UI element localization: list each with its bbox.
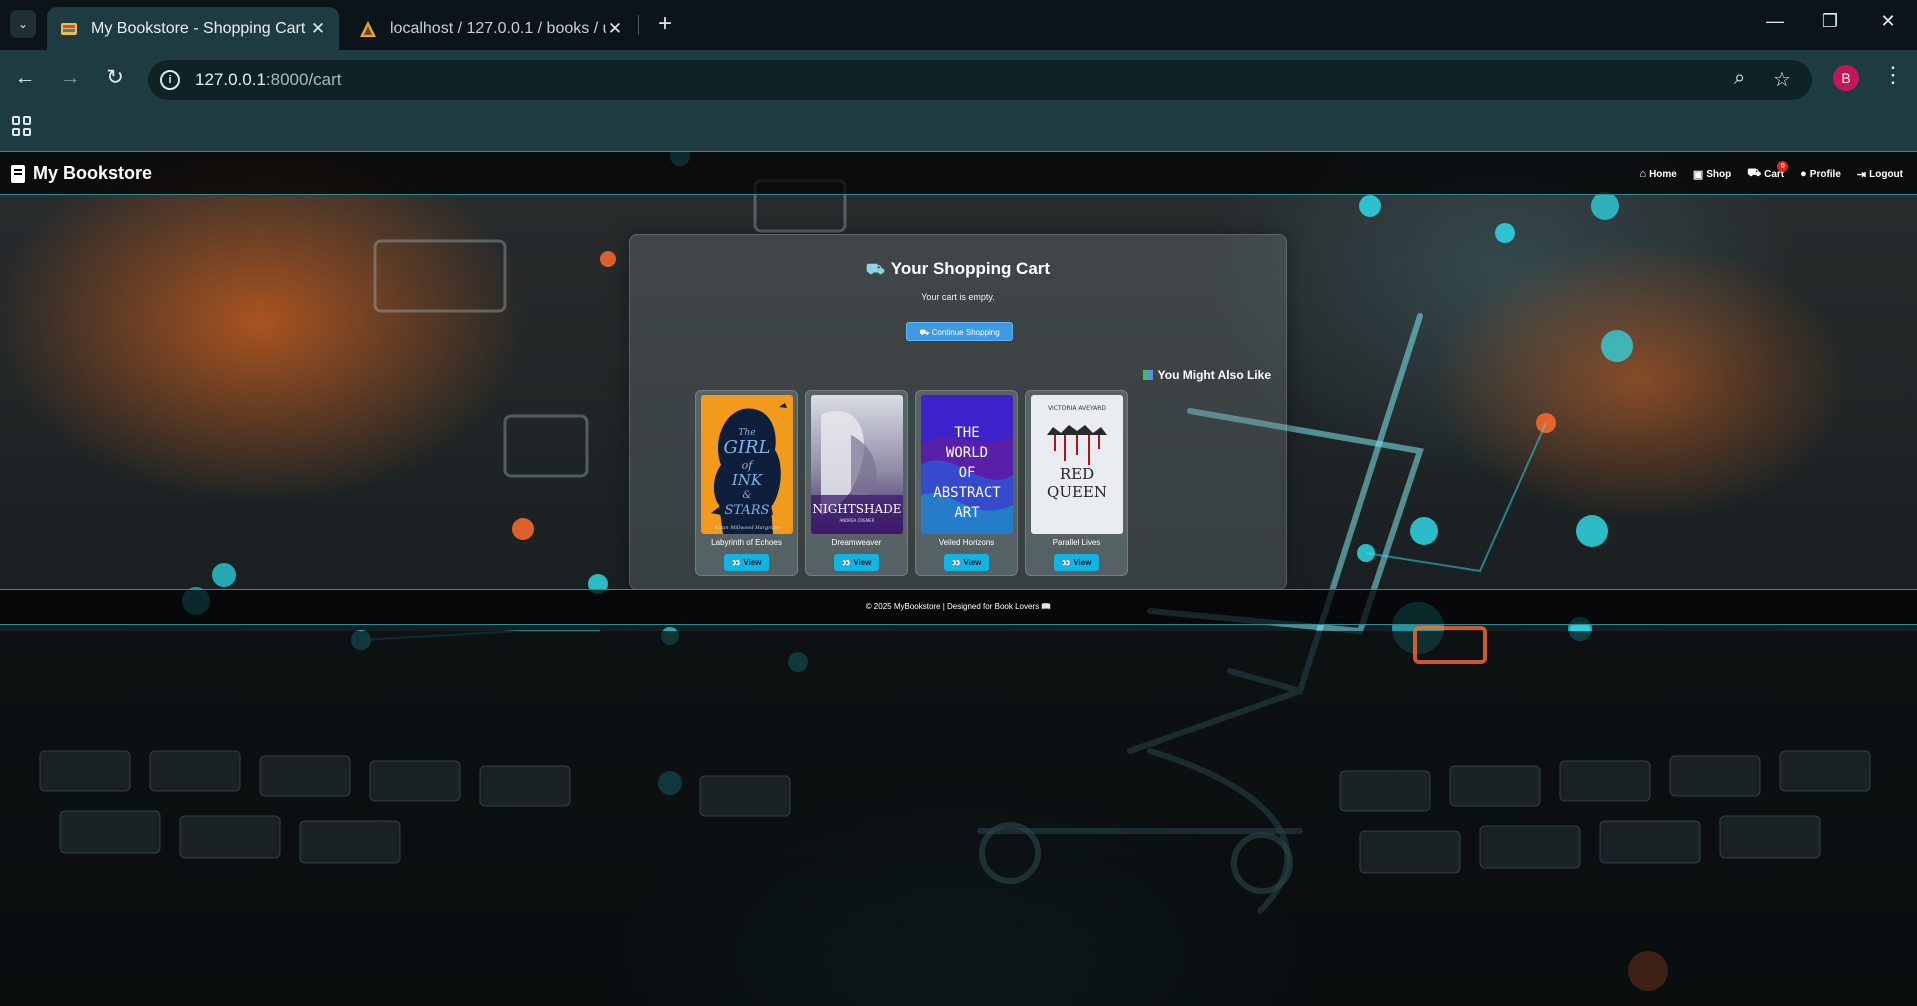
recommendations-heading: You Might Also Like <box>1142 368 1271 382</box>
svg-text:QUEEN: QUEEN <box>1047 483 1107 501</box>
profile-avatar[interactable]: B <box>1833 65 1859 91</box>
browser-tabstrip: ⌄ My Bookstore - Shopping Cart ✕ localho… <box>0 0 1917 50</box>
user-icon: ● <box>1800 168 1807 180</box>
nav-shop[interactable]: ▣ Shop <box>1693 167 1731 181</box>
nav-logout[interactable]: ⇥ Logout <box>1857 167 1903 181</box>
tab-shopping-cart[interactable]: My Bookstore - Shopping Cart ✕ <box>47 7 339 50</box>
nav-profile[interactable]: ● Profile <box>1800 167 1841 181</box>
window-close-icon[interactable]: ✕ <box>1873 11 1903 32</box>
phpmyadmin-favicon-icon <box>360 20 376 37</box>
browser-toolbar: ← → ↻ i 127.0.0.1:8000/cart ⌕ ☆ <box>0 50 1917 108</box>
view-book-button[interactable]: 👀 View <box>834 554 879 571</box>
continue-shopping-button[interactable]: ⛟ Continue Shopping <box>906 322 1013 341</box>
svg-text:OF: OF <box>959 465 976 481</box>
tab-search-button[interactable]: ⌄ <box>10 10 36 38</box>
book-cover-girl-of-ink-and-stars[interactable]: The GIRL of INK & STARS Kiran Millwood H… <box>701 395 793 534</box>
svg-text:INK: INK <box>731 471 763 489</box>
book-card: VICTORIA AVEYARD RED QUEEN Parallel Live… <box>1025 390 1128 576</box>
book-card: NIGHTSHADE ANDREA CREMER Dreamweaver 👀 Vi… <box>805 390 908 576</box>
nav-links: ⌂ Home ▣ Shop ⛟ Cart 0 ● Profile ⇥ Logout <box>1639 161 1903 181</box>
page-viewport: My Bookstore ⌂ Home ▣ Shop ⛟ Cart 0 ● Profile… <box>0 151 1917 1006</box>
book-icon <box>11 164 25 183</box>
eyes-icon: 👀 <box>1061 560 1071 567</box>
svg-text:GIRL: GIRL <box>724 437 771 458</box>
store-icon: ▣ <box>1692 168 1704 181</box>
eyes-icon: 👀 <box>841 560 851 567</box>
restore-icon[interactable]: ❐ <box>1815 11 1845 32</box>
svg-text:THE: THE <box>954 425 979 441</box>
close-tab-icon[interactable]: ✕ <box>309 19 327 39</box>
site-footer: © 2025 MyBookstore | Designed for Book L… <box>0 589 1917 625</box>
svg-text:&: & <box>743 490 752 501</box>
brand-link[interactable]: My Bookstore <box>11 163 152 184</box>
book-card: THE WORLD OF ABSTRACT ART Veiled Horizon… <box>915 390 1018 576</box>
book-cover-world-of-abstract-art[interactable]: THE WORLD OF ABSTRACT ART <box>921 395 1013 534</box>
cart-icon: ⛟ <box>865 261 885 278</box>
book-cover-red-queen[interactable]: VICTORIA AVEYARD RED QUEEN <box>1031 395 1123 534</box>
svg-text:NIGHTSHADE: NIGHTSHADE <box>812 502 901 516</box>
back-button[interactable]: ← <box>10 63 40 93</box>
nav-cart[interactable]: ⛟ Cart 0 <box>1747 161 1789 181</box>
cart-icon: ⛟ <box>919 328 932 337</box>
recommendation-list: The GIRL of INK & STARS Kiran Millwood H… <box>695 390 1128 576</box>
view-book-button[interactable]: 👀 View <box>944 554 989 571</box>
forward-button[interactable]: → <box>55 63 85 93</box>
tab-title: My Bookstore - Shopping Cart <box>91 19 306 37</box>
reload-button[interactable]: ↻ <box>100 63 130 93</box>
book-title: Dreamweaver <box>831 538 882 547</box>
cart-empty-message: Your cart is empty. <box>921 292 995 302</box>
tab-divider <box>638 15 639 35</box>
minimize-icon[interactable]: — <box>1760 11 1790 32</box>
site-navbar: My Bookstore ⌂ Home ▣ Shop ⛟ Cart 0 ● Profile… <box>0 151 1917 195</box>
book-title: Parallel Lives <box>1052 538 1101 547</box>
book-title: Labyrinth of Echoes <box>711 538 782 547</box>
apps-grid-icon[interactable] <box>12 116 32 136</box>
close-tab-icon[interactable]: ✕ <box>606 19 624 39</box>
eyes-icon: 👀 <box>951 560 961 567</box>
logout-icon: ⇥ <box>1856 168 1867 181</box>
svg-text:ABSTRACT: ABSTRACT <box>933 485 1001 501</box>
address-bar[interactable]: i 127.0.0.1:8000/cart ⌕ ☆ <box>148 60 1812 100</box>
cart-heading: ⛟ Your Shopping Cart <box>865 259 1051 278</box>
browser-menu-icon[interactable]: ⋮ <box>1882 62 1904 88</box>
view-book-button[interactable]: 👀 View <box>724 554 769 571</box>
nav-home[interactable]: ⌂ Home <box>1639 167 1676 181</box>
bookstore-favicon-icon <box>61 22 77 35</box>
home-icon: ⌂ <box>1639 168 1647 180</box>
book-open-icon: 📖 <box>1041 602 1052 611</box>
svg-text:ART: ART <box>954 505 980 521</box>
site-info-icon[interactable]: i <box>160 70 180 90</box>
zoom-icon[interactable]: ⌕ <box>1734 67 1745 90</box>
book-title: Veiled Horizons <box>938 538 995 547</box>
svg-text:RED: RED <box>1060 465 1094 483</box>
book-cover-nightshade[interactable]: NIGHTSHADE ANDREA CREMER <box>811 395 903 534</box>
svg-text:STARS: STARS <box>725 503 770 518</box>
tab-title: localhost / 127.0.0.1 / books / u <box>390 19 606 37</box>
view-book-button[interactable]: 👀 View <box>1054 554 1099 571</box>
book-card: The GIRL of INK & STARS Kiran Millwood H… <box>695 390 798 576</box>
books-icon <box>1142 370 1153 380</box>
footer-text: © 2025 MyBookstore | Designed for Book L… <box>865 602 1040 611</box>
svg-text:VICTORIA AVEYARD: VICTORIA AVEYARD <box>1048 405 1106 412</box>
brand-name: My Bookstore <box>33 163 153 183</box>
bookmarks-bar <box>0 108 1917 151</box>
cart-icon: ⛟ <box>1747 167 1762 179</box>
cart-count-badge: 0 <box>1777 161 1789 172</box>
svg-text:Kiran Millwood Hargrave: Kiran Millwood Hargrave <box>714 525 780 531</box>
new-tab-button[interactable]: + <box>650 10 680 40</box>
svg-text:ANDREA CREMER: ANDREA CREMER <box>840 518 875 523</box>
url-text[interactable]: 127.0.0.1:8000/cart <box>195 70 342 90</box>
tab-phpmyadmin[interactable]: localhost / 127.0.0.1 / books / u ✕ <box>346 7 636 50</box>
bookmark-star-icon[interactable]: ☆ <box>1773 67 1791 92</box>
eyes-icon: 👀 <box>731 560 741 567</box>
cart-panel: ⛟ Your Shopping Cart Your cart is empty. … <box>629 234 1287 590</box>
svg-text:WORLD: WORLD <box>946 445 988 461</box>
